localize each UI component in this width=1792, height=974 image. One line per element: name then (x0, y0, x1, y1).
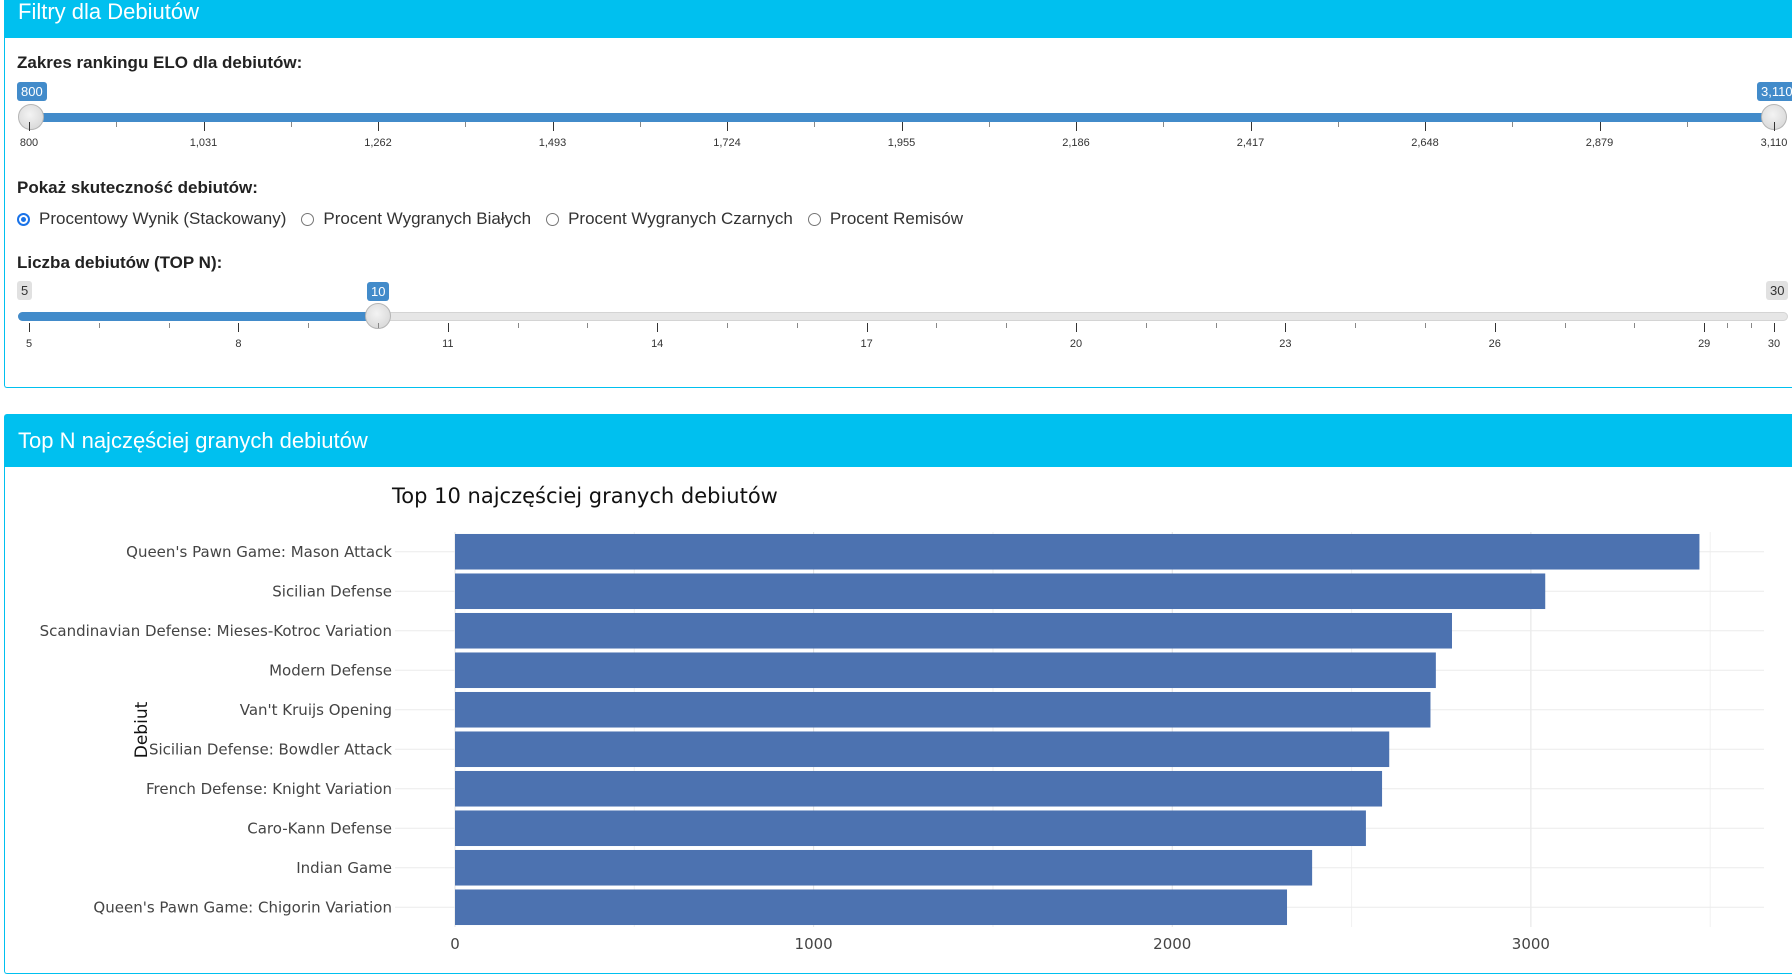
y-tick-label: French Defense: Knight Variation (146, 780, 392, 798)
bar-chart: Top 10 najczęściej granych debiutów Debi… (40, 484, 1764, 953)
bar[interactable] (455, 612, 1452, 649)
bar[interactable] (455, 731, 1390, 768)
y-tick-label: Scandinavian Defense: Mieses-Kotroc Vari… (40, 622, 392, 640)
y-tick-label: Caro-Kann Defense (247, 819, 392, 837)
y-tick-label: Indian Game (296, 859, 392, 877)
x-tick-label: 0 (450, 935, 460, 953)
bar[interactable] (455, 810, 1366, 847)
bar[interactable] (455, 849, 1313, 886)
y-tick-label: Queen's Pawn Game: Chigorin Variation (93, 898, 392, 916)
y-tick-label: Sicilian Defense: Bowdler Attack (149, 740, 392, 758)
chart-title: Top 10 najczęściej granych debiutów (391, 484, 778, 508)
x-tick-label: 3000 (1512, 935, 1550, 953)
bar[interactable] (455, 889, 1288, 926)
bar[interactable] (455, 691, 1431, 728)
bar[interactable] (455, 770, 1383, 807)
x-tick-label: 2000 (1153, 935, 1191, 953)
x-tick-label: 1000 (795, 935, 833, 953)
bar[interactable] (455, 533, 1700, 570)
y-tick-label: Van't Kruijs Opening (240, 701, 392, 719)
bar[interactable] (455, 573, 1546, 610)
bar[interactable] (455, 652, 1436, 689)
y-tick-label: Modern Defense (269, 661, 392, 679)
y-tick-label: Queen's Pawn Game: Mason Attack (126, 543, 392, 561)
y-tick-label: Sicilian Defense (272, 582, 392, 600)
